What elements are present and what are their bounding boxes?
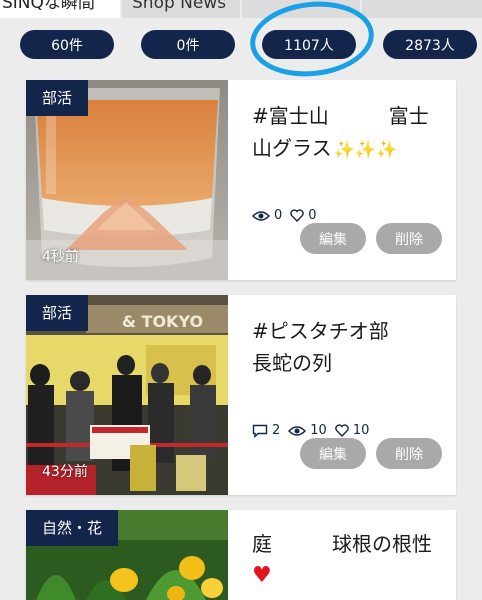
post-time: 4秒前 [42, 249, 79, 265]
eye-icon [252, 210, 270, 222]
post-photo-pistachio-queue: & TOKYO 部活 43分前 [26, 295, 228, 495]
post-card[interactable]: & TOKYO 部活 43分前 #ピスタチオ部 長蛇の列 2 10 10 編集 … [26, 295, 456, 495]
tab-empty-2[interactable] [362, 0, 482, 18]
post-count-badge[interactable]: 60件 [20, 30, 114, 59]
post-title[interactable]: #ピスタチオ部 長蛇の列 [252, 315, 448, 379]
view-count: 0 [274, 208, 283, 223]
delete-button[interactable]: 削除 [376, 438, 442, 469]
post-title-line2: 山グラス [252, 136, 332, 160]
zero-count-badge[interactable]: 0件 [141, 30, 235, 59]
post-photo-fuji-glass: 部活 4秒前 [26, 80, 228, 280]
post-card[interactable]: 部活 4秒前 #富士山 富士 山グラス ✨✨✨ 0 0 編集 削除 [26, 80, 456, 280]
post-title-line2: 長蛇の列 [252, 351, 332, 375]
follower-count-badge[interactable]: 1107人 [262, 30, 356, 59]
post-title[interactable]: 庭 球根の根性 ♥ [252, 528, 448, 592]
like-count: 0 [308, 208, 317, 223]
view-count: 10 [310, 423, 327, 438]
tab-empty-1[interactable] [242, 0, 360, 18]
like-count: 10 [352, 423, 370, 438]
category-label: 部活 [26, 295, 89, 331]
tab-sinq-moments[interactable]: SINQな瞬間 [0, 0, 120, 18]
post-title-line1: #ピスタチオ部 [252, 319, 389, 343]
eye-icon [288, 425, 307, 437]
post-stats: 2 10 10 [252, 423, 369, 438]
post-card[interactable]: 自然・花 庭 球根の根性 ♥ [26, 510, 456, 600]
heart-outline-icon[interactable] [290, 209, 305, 222]
delete-button[interactable]: 削除 [376, 223, 442, 254]
sparkle-icon: ✨✨✨ [333, 140, 398, 160]
post-time: 43分前 [42, 464, 88, 480]
category-label: 自然・花 [26, 510, 119, 546]
comment-count: 2 [272, 423, 281, 438]
post-title-line1: 庭 球根の根性 [252, 532, 432, 556]
edit-button[interactable]: 編集 [300, 438, 366, 469]
post-title[interactable]: #富士山 富士 山グラス ✨✨✨ [252, 100, 448, 166]
comment-icon[interactable] [252, 424, 268, 438]
post-photo-garden-bulbs: 自然・花 [26, 510, 228, 600]
tab-bar: SINQな瞬間 Shop News [0, 0, 482, 18]
heart-outline-icon[interactable] [335, 424, 349, 437]
category-label: 部活 [26, 80, 89, 116]
edit-button[interactable]: 編集 [300, 223, 366, 254]
post-title-line1: #富士山 富士 [252, 104, 429, 128]
photo-sign-text: & TOKYO [122, 312, 203, 331]
red-heart-icon: ♥ [252, 563, 272, 588]
tab-shop-news[interactable]: Shop News [122, 0, 240, 18]
post-stats: 0 0 [252, 208, 317, 223]
following-count-badge[interactable]: 2873人 [383, 30, 477, 59]
